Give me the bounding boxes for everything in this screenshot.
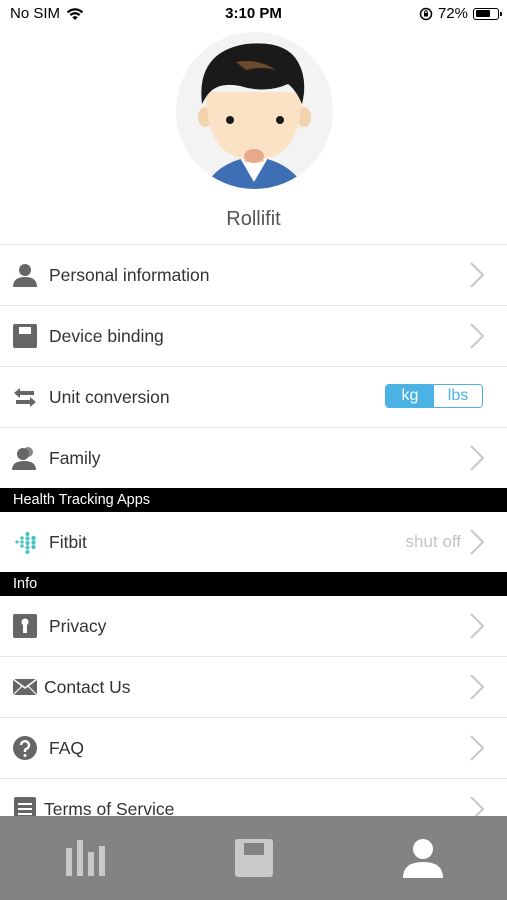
envelope-icon [12, 674, 38, 700]
chevron-right-icon [470, 674, 485, 700]
battery-percent: 72% [437, 5, 468, 22]
family-icon [12, 445, 38, 471]
tab-profile[interactable] [338, 816, 507, 900]
row-label: Device binding [49, 325, 164, 346]
tab-bar [0, 816, 507, 900]
scale-icon [234, 839, 273, 877]
row-contact-us[interactable]: Contact Us [0, 656, 507, 717]
unit-option-lbs[interactable]: lbs [434, 385, 482, 407]
unit-toggle[interactable]: kg lbs [385, 384, 483, 408]
chevron-right-icon [470, 529, 485, 555]
row-privacy[interactable]: Privacy [0, 596, 507, 656]
person-icon [12, 262, 38, 288]
row-label: Unit conversion [49, 386, 170, 407]
chevron-right-icon [470, 323, 485, 349]
section-header-info: Info [0, 572, 507, 596]
keyhole-icon [12, 613, 38, 639]
status-bar: No SIM 3:10 PM 72% [0, 0, 507, 28]
row-label: Family [49, 447, 101, 468]
tab-statistics[interactable] [0, 816, 169, 900]
avatar-illustration [198, 43, 311, 189]
chevron-right-icon [470, 445, 485, 471]
fitbit-status: shut off [405, 532, 461, 551]
row-label: Contact Us [44, 676, 131, 697]
bar-chart-icon [65, 840, 105, 876]
battery-level [475, 10, 490, 17]
row-label: Fitbit [49, 531, 87, 552]
swap-arrows-icon [12, 384, 38, 410]
person-icon [402, 839, 443, 878]
scale-icon [12, 323, 38, 349]
username: Rollifit [226, 208, 281, 230]
tab-device[interactable] [169, 816, 338, 900]
avatar[interactable] [176, 32, 333, 189]
settings-list: Personal information Device binding Unit… [0, 244, 507, 839]
chevron-right-icon [470, 262, 485, 288]
row-label: Personal information [49, 264, 210, 285]
chevron-right-icon [470, 613, 485, 639]
section-header-health-apps: Health Tracking Apps [0, 488, 507, 512]
fitbit-icon [12, 529, 38, 555]
rotation-lock-icon [419, 7, 433, 20]
status-right: 72% [419, 5, 502, 22]
row-faq[interactable]: FAQ [0, 717, 507, 778]
battery-icon [473, 7, 502, 20]
row-family[interactable]: Family [0, 427, 507, 488]
row-personal-information[interactable]: Personal information [0, 244, 507, 305]
row-device-binding[interactable]: Device binding [0, 305, 507, 366]
question-icon [12, 735, 38, 761]
unit-option-kg[interactable]: kg [386, 385, 434, 407]
row-fitbit[interactable]: Fitbit shut off [0, 512, 507, 572]
row-label: FAQ [49, 737, 85, 758]
chevron-right-icon [470, 735, 485, 761]
row-label: Privacy [49, 615, 107, 636]
row-unit-conversion: Unit conversion kg lbs [0, 366, 507, 427]
